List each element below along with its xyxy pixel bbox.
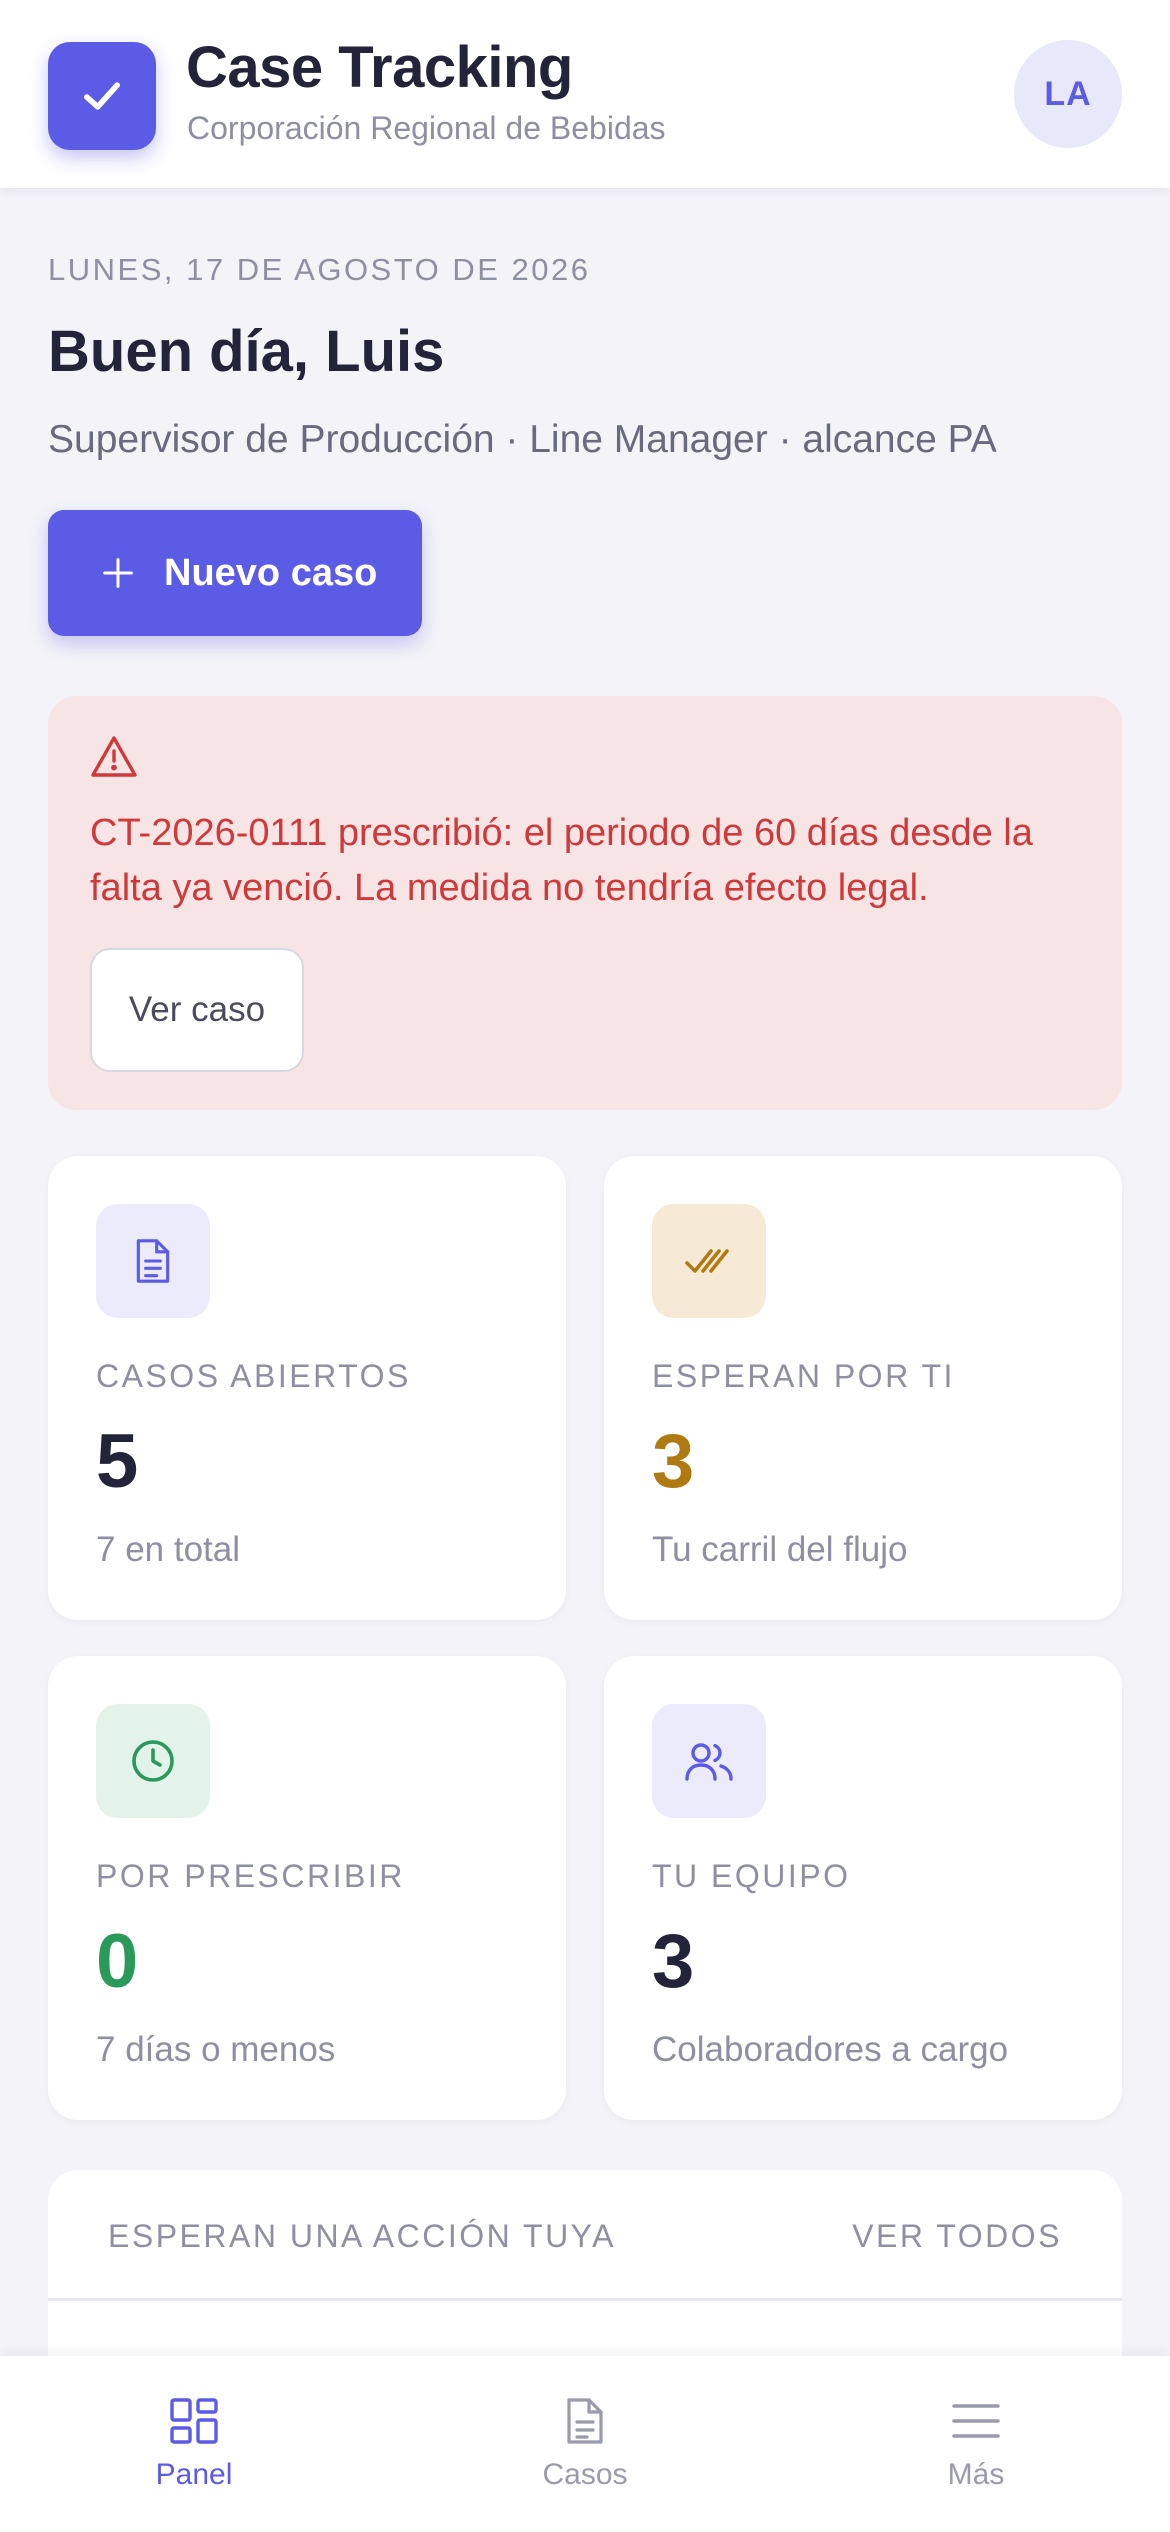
document-icon xyxy=(567,2398,603,2444)
stat-subtext: 7 en total xyxy=(96,1530,240,1569)
users-icon xyxy=(652,1704,766,1818)
stat-value: 3 xyxy=(652,1419,695,1504)
nav-item-panel[interactable]: Panel xyxy=(94,2396,294,2516)
stat-label: CASOS ABIERTOS xyxy=(96,1358,411,1394)
stat-subtext: 7 días o menos xyxy=(96,2030,336,2069)
app-logo xyxy=(48,42,156,150)
nav-item-more[interactable]: Más xyxy=(876,2396,1076,2516)
new-case-label: Nuevo caso xyxy=(164,551,378,594)
stat-card-about-to-prescribe[interactable]: POR PRESCRIBIR 0 7 días o menos xyxy=(48,1656,566,2120)
app-header: Case Tracking Corporación Regional de Be… xyxy=(0,0,1170,188)
stat-value: 3 xyxy=(652,1919,695,2004)
role-description: Supervisor de Producción · Line Manager … xyxy=(48,418,997,461)
bottom-navigation: Panel Casos Más xyxy=(0,2356,1170,2532)
alert-message: CT-2026-0111 prescribió: el periodo de 6… xyxy=(90,812,1033,909)
divider xyxy=(48,2298,1122,2301)
nav-label: Más xyxy=(947,2458,1005,2491)
greeting-heading: Buen día, Luis xyxy=(48,319,445,384)
stat-card-your-team[interactable]: TU EQUIPO 3 Colaboradores a cargo xyxy=(604,1656,1122,2120)
stat-value: 0 xyxy=(96,1919,139,2004)
document-icon xyxy=(96,1204,210,1318)
app-subtitle: Corporación Regional de Bebidas xyxy=(187,110,666,146)
avatar[interactable]: LA xyxy=(1014,40,1122,148)
stat-subtext: Colaboradores a cargo xyxy=(652,2030,1009,2069)
stat-card-waiting-for-you[interactable]: ESPERAN POR TI 3 Tu carril del flujo xyxy=(604,1156,1122,1620)
warning-icon xyxy=(90,734,138,783)
stat-subtext: Tu carril del flujo xyxy=(652,1530,908,1569)
stat-label: POR PRESCRIBIR xyxy=(96,1858,405,1894)
clock-icon xyxy=(96,1704,210,1818)
nav-item-cases[interactable]: Casos xyxy=(485,2396,685,2516)
nav-label: Casos xyxy=(542,2458,628,2491)
stat-label: TU EQUIPO xyxy=(652,1858,851,1894)
app-title: Case Tracking xyxy=(186,35,573,100)
double-check-icon xyxy=(652,1204,766,1318)
pending-actions-title: ESPERAN UNA ACCIÓN TUYA xyxy=(108,2218,616,2254)
dashboard-icon xyxy=(170,2398,218,2444)
plus-icon xyxy=(98,553,138,593)
nav-label: Panel xyxy=(155,2458,233,2491)
stat-card-open-cases[interactable]: CASOS ABIERTOS 5 7 en total xyxy=(48,1156,566,1620)
stat-value: 5 xyxy=(96,1419,139,1504)
view-case-button[interactable]: Ver caso xyxy=(90,948,304,1072)
view-all-link[interactable]: VER TODOS xyxy=(852,2218,1062,2255)
check-icon xyxy=(84,82,120,110)
new-case-button[interactable]: Nuevo caso xyxy=(48,510,422,636)
menu-icon xyxy=(952,2404,1000,2438)
prescription-alert: CT-2026-0111 prescribió: el periodo de 6… xyxy=(48,696,1122,1110)
stat-label: ESPERAN POR TI xyxy=(652,1358,955,1394)
date-label: LUNES, 17 DE AGOSTO DE 2026 xyxy=(48,252,591,287)
